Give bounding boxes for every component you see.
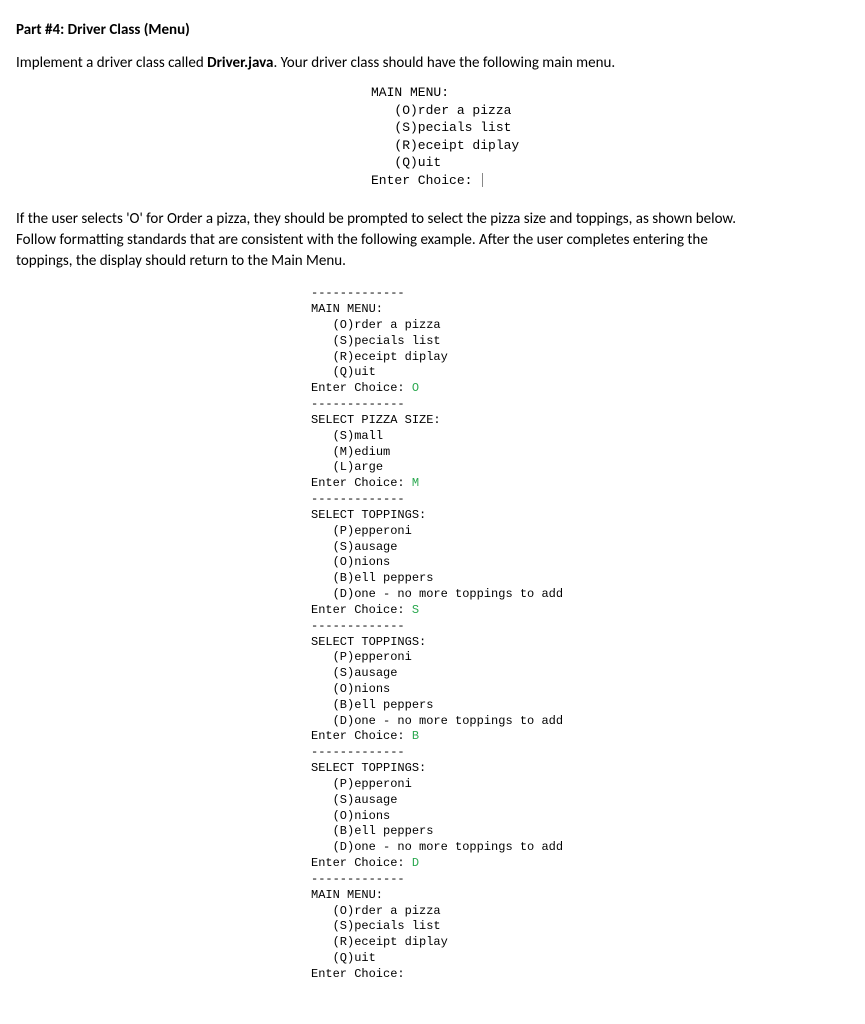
intro-pre: Implement a driver class called bbox=[16, 54, 207, 72]
sep: ------------- bbox=[311, 619, 405, 633]
para2-line1: If the user selects 'O' for Order a pizz… bbox=[16, 210, 736, 228]
size-o1: (S)mall bbox=[333, 429, 383, 443]
top1-o4: (B)ell peppers bbox=[333, 571, 434, 585]
top3-input: D bbox=[412, 856, 419, 870]
top3-title: SELECT TOPPINGS: bbox=[311, 761, 426, 775]
top2-input: B bbox=[412, 729, 419, 743]
menu1-opt2: (S)pecials list bbox=[394, 120, 511, 135]
menu1-opt3: (R)eceipt diplay bbox=[394, 138, 519, 153]
sep: ------------- bbox=[311, 872, 405, 886]
top3-o2: (S)ausage bbox=[333, 793, 398, 807]
sep: ------------- bbox=[311, 397, 405, 411]
top3-o5: (D)one - no more toppings to add bbox=[333, 840, 563, 854]
sep: ------------- bbox=[311, 745, 405, 759]
para2-line2: Follow formatting standards that are con… bbox=[16, 231, 708, 249]
menu1-opt4: (Q)uit bbox=[394, 155, 441, 170]
top1-o3: (O)nions bbox=[333, 555, 391, 569]
top3-o4: (B)ell peppers bbox=[333, 824, 434, 838]
sep: ------------- bbox=[311, 286, 405, 300]
section-heading: Part #4: Driver Class (Menu) bbox=[16, 20, 849, 41]
menu1-prompt: Enter Choice: bbox=[371, 173, 480, 188]
size-prompt: Enter Choice: bbox=[311, 476, 412, 490]
top2-prompt: Enter Choice: bbox=[311, 729, 412, 743]
top1-title: SELECT TOPPINGS: bbox=[311, 508, 426, 522]
top2-o2: (S)ausage bbox=[333, 666, 398, 680]
top3-o3: (O)nions bbox=[333, 809, 391, 823]
main2-o4: (Q)uit bbox=[333, 951, 376, 965]
size-title: SELECT PIZZA SIZE: bbox=[311, 413, 441, 427]
para2-line3: toppings, the display should return to t… bbox=[16, 252, 346, 270]
main2-title: MAIN MENU: bbox=[311, 888, 383, 902]
top3-prompt: Enter Choice: bbox=[311, 856, 412, 870]
main-o1: (O)rder a pizza bbox=[333, 318, 441, 332]
text-cursor-icon bbox=[482, 173, 483, 187]
top2-title: SELECT TOPPINGS: bbox=[311, 635, 426, 649]
main2-o3: (R)eceipt diplay bbox=[333, 935, 448, 949]
main-prompt: Enter Choice: bbox=[311, 381, 412, 395]
top2-o5: (D)one - no more toppings to add bbox=[333, 714, 563, 728]
top2-o3: (O)nions bbox=[333, 682, 391, 696]
main-input: O bbox=[412, 381, 419, 395]
main-o4: (Q)uit bbox=[333, 365, 376, 379]
main2-o1: (O)rder a pizza bbox=[333, 904, 441, 918]
main-o3: (R)eceipt diplay bbox=[333, 350, 448, 364]
intro-paragraph: Implement a driver class called Driver.j… bbox=[16, 53, 849, 74]
size-input: M bbox=[412, 476, 419, 490]
menu1-title: MAIN MENU: bbox=[371, 85, 449, 100]
main2-prompt: Enter Choice: bbox=[311, 967, 405, 981]
top2-o4: (B)ell peppers bbox=[333, 698, 434, 712]
top1-o2: (S)ausage bbox=[333, 540, 398, 554]
top2-o1: (P)epperoni bbox=[333, 650, 412, 664]
menu-code-block-1: MAIN MENU: (O)rder a pizza (S)pecials li… bbox=[371, 84, 849, 189]
paragraph-2: If the user selects 'O' for Order a pizz… bbox=[16, 209, 849, 272]
top1-prompt: Enter Choice: bbox=[311, 603, 412, 617]
intro-bold: Driver.java bbox=[207, 54, 273, 72]
top1-input: S bbox=[412, 603, 419, 617]
main2-o2: (S)pecials list bbox=[333, 919, 441, 933]
main-o2: (S)pecials list bbox=[333, 334, 441, 348]
intro-post: . Your driver class should have the foll… bbox=[273, 54, 615, 72]
sep: ------------- bbox=[311, 492, 405, 506]
top1-o1: (P)epperoni bbox=[333, 524, 412, 538]
top3-o1: (P)epperoni bbox=[333, 777, 412, 791]
size-o3: (L)arge bbox=[333, 460, 383, 474]
menu-code-block-2: ------------- MAIN MENU: (O)rder a pizza… bbox=[311, 286, 849, 982]
main-title: MAIN MENU: bbox=[311, 302, 383, 316]
menu1-opt1: (O)rder a pizza bbox=[394, 103, 511, 118]
top1-o5: (D)one - no more toppings to add bbox=[333, 587, 563, 601]
size-o2: (M)edium bbox=[333, 445, 391, 459]
